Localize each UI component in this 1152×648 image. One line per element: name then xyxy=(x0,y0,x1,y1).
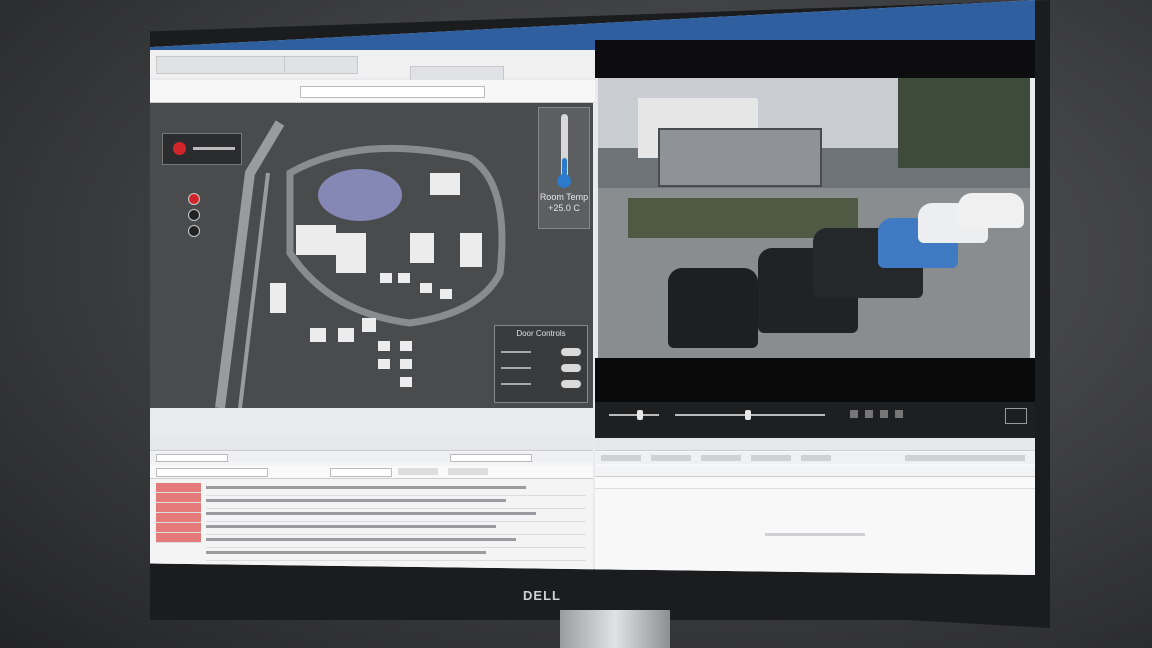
toolbar-button[interactable] xyxy=(801,455,831,461)
map-building xyxy=(400,377,412,387)
map-building xyxy=(336,233,366,273)
alarm-toolbar xyxy=(595,452,1035,464)
category-dropdown[interactable] xyxy=(450,454,532,462)
map-building xyxy=(420,283,432,293)
panel-header xyxy=(595,438,1035,451)
open-clip-button[interactable] xyxy=(398,468,438,475)
status-dot-icon xyxy=(188,193,200,205)
tab[interactable] xyxy=(156,56,290,74)
tab[interactable] xyxy=(284,56,358,74)
temperature-widget: Room Temp +25.0 C xyxy=(538,107,590,229)
table-row[interactable] xyxy=(206,522,586,535)
browser-tab-bar xyxy=(150,50,595,84)
log-cell xyxy=(156,493,201,503)
toolbar-button[interactable] xyxy=(701,455,741,461)
toolbar-button[interactable] xyxy=(651,455,691,461)
monitor-brand-logo: DELL xyxy=(523,588,561,603)
volume-knob[interactable] xyxy=(637,410,643,420)
volume-slider[interactable] xyxy=(609,414,659,416)
door-row xyxy=(501,378,581,390)
highlighted-zone xyxy=(318,169,402,221)
log-search-row xyxy=(150,466,593,479)
table-row[interactable] xyxy=(206,496,586,509)
map-building xyxy=(338,328,354,342)
log-cell xyxy=(156,513,201,523)
video-letterbox xyxy=(595,358,1035,408)
door-toggle[interactable] xyxy=(561,364,581,372)
address-field[interactable] xyxy=(300,86,485,98)
map-building xyxy=(460,233,482,267)
status-dot-icon xyxy=(188,209,200,221)
cctv-video-feed[interactable] xyxy=(598,78,1030,358)
fullscreen-icon[interactable] xyxy=(1005,408,1027,424)
site-map-panel: Room Temp +25.0 C Door Controls xyxy=(150,103,593,408)
log-priority-column xyxy=(156,483,201,543)
log-cell xyxy=(156,483,201,493)
car xyxy=(668,268,758,348)
map-building xyxy=(378,359,390,369)
map-building xyxy=(310,328,326,342)
room-temp-value: +25.0 C xyxy=(548,203,580,213)
status-dot-icon xyxy=(188,225,200,237)
monitor-screen: Room Temp +25.0 C Door Controls xyxy=(150,0,1035,575)
map-building xyxy=(400,359,412,369)
alarm-manager-panel xyxy=(595,438,1035,575)
control-icon[interactable] xyxy=(895,410,903,418)
map-building xyxy=(398,273,410,283)
video-header xyxy=(595,40,1035,78)
event-log-panel xyxy=(150,438,593,575)
table-row[interactable] xyxy=(206,548,586,561)
door-toggle[interactable] xyxy=(561,380,581,388)
thermometer-bulb-icon xyxy=(557,174,571,188)
map-building xyxy=(296,225,336,255)
control-icon[interactable] xyxy=(865,410,873,418)
map-road xyxy=(215,120,285,408)
create-filter-button[interactable] xyxy=(448,468,488,475)
log-cell xyxy=(156,503,201,513)
log-toolbar xyxy=(150,452,593,462)
log-cell xyxy=(156,523,201,533)
campus-map[interactable] xyxy=(210,113,540,408)
thermometer-icon xyxy=(561,114,568,180)
door-controls-panel: Door Controls xyxy=(494,325,588,403)
door-row xyxy=(501,346,581,358)
search-input[interactable] xyxy=(156,468,268,477)
playback-controls xyxy=(595,402,1035,438)
room-temp-label: Room Temp xyxy=(539,192,589,202)
filter-field[interactable] xyxy=(156,454,228,462)
door-controls-title: Door Controls xyxy=(516,329,566,338)
door-toggle[interactable] xyxy=(561,348,581,356)
table-row[interactable] xyxy=(206,535,586,548)
map-building xyxy=(362,318,376,332)
alarm-filter-row xyxy=(595,478,1035,489)
timeline-knob[interactable] xyxy=(745,410,751,420)
table-row[interactable] xyxy=(206,483,586,496)
map-building xyxy=(270,283,286,313)
alarm-light-icon xyxy=(173,142,186,155)
map-building xyxy=(430,173,460,195)
panel-header xyxy=(150,438,593,451)
control-icon[interactable] xyxy=(880,410,888,418)
empty-state-text xyxy=(765,533,865,536)
toolbar-button[interactable] xyxy=(601,455,641,461)
trees xyxy=(898,78,1030,168)
door-row xyxy=(501,362,581,374)
search-input[interactable] xyxy=(330,468,392,477)
log-rows xyxy=(206,483,586,561)
map-building xyxy=(380,273,392,283)
map-building xyxy=(440,289,452,299)
toolbar-button[interactable] xyxy=(905,455,1025,461)
toolbar-button[interactable] xyxy=(751,455,791,461)
map-building xyxy=(410,233,434,263)
alarm-column-headers xyxy=(595,466,1035,477)
map-building xyxy=(400,341,412,351)
monitor-stand xyxy=(560,610,670,648)
control-icon[interactable] xyxy=(850,410,858,418)
log-cell xyxy=(156,533,201,543)
map-building xyxy=(378,341,390,351)
truck-trailer xyxy=(658,128,822,187)
car xyxy=(958,193,1024,228)
table-row[interactable] xyxy=(206,509,586,522)
address-bar-row xyxy=(150,80,595,103)
